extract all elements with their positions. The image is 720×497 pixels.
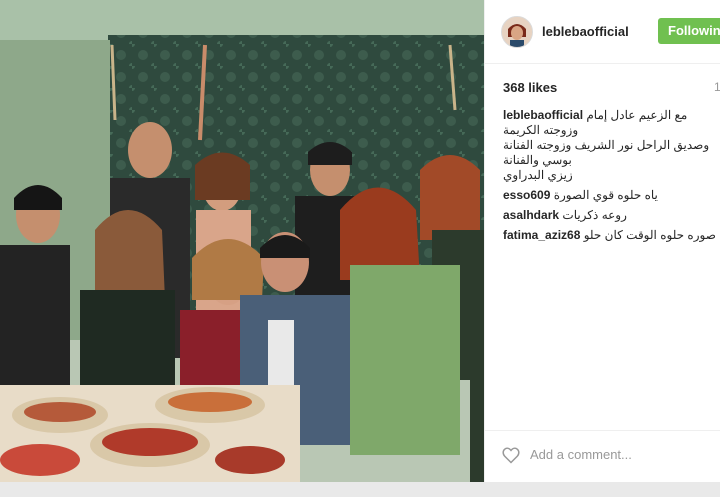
- caption-comment: leblebaofficial مع الزعيم عادل إمام وزوج…: [503, 108, 720, 183]
- caption-line-2: وصديق الراحل نور الشريف وزوجته الفنانة ب…: [503, 138, 710, 167]
- post-photo[interactable]: [0, 0, 484, 482]
- post-side-panel: leblebaofficial Following 368 likes 1 le…: [484, 0, 720, 482]
- comment-text: صوره حلوه الوقت كان حلو: [583, 228, 716, 242]
- comment-text: روعه ذكريات: [562, 208, 627, 222]
- heart-icon[interactable]: [501, 445, 521, 465]
- following-button[interactable]: Following: [658, 18, 720, 44]
- post-timestamp[interactable]: 1: [714, 80, 720, 94]
- likes-count[interactable]: 368 likes: [503, 80, 557, 95]
- add-comment-bar: Add a comment...: [485, 430, 720, 483]
- caption-username[interactable]: leblebaofficial: [503, 108, 583, 122]
- post-username[interactable]: leblebaofficial: [542, 24, 629, 39]
- comment-username[interactable]: asalhdark: [503, 208, 559, 222]
- list-item: fatima_aziz68 صوره حلوه الوقت كان حلو: [503, 228, 720, 243]
- comments-list: leblebaofficial مع الزعيم عادل إمام وزوج…: [503, 108, 720, 248]
- comment-username[interactable]: esso609: [503, 188, 550, 202]
- comment-username[interactable]: fatima_aziz68: [503, 228, 580, 242]
- post-header: leblebaofficial Following: [485, 0, 720, 64]
- list-item: asalhdark روعه ذكريات: [503, 208, 720, 223]
- comment-text: ياه حلوه قوي الصورة: [553, 188, 658, 202]
- add-comment-input[interactable]: Add a comment...: [530, 447, 632, 462]
- list-item: esso609 ياه حلوه قوي الصورة: [503, 188, 720, 203]
- profile-avatar[interactable]: [501, 16, 533, 48]
- bottom-strip: [0, 482, 720, 497]
- caption-line-3: زيزي البدراوي: [503, 168, 573, 182]
